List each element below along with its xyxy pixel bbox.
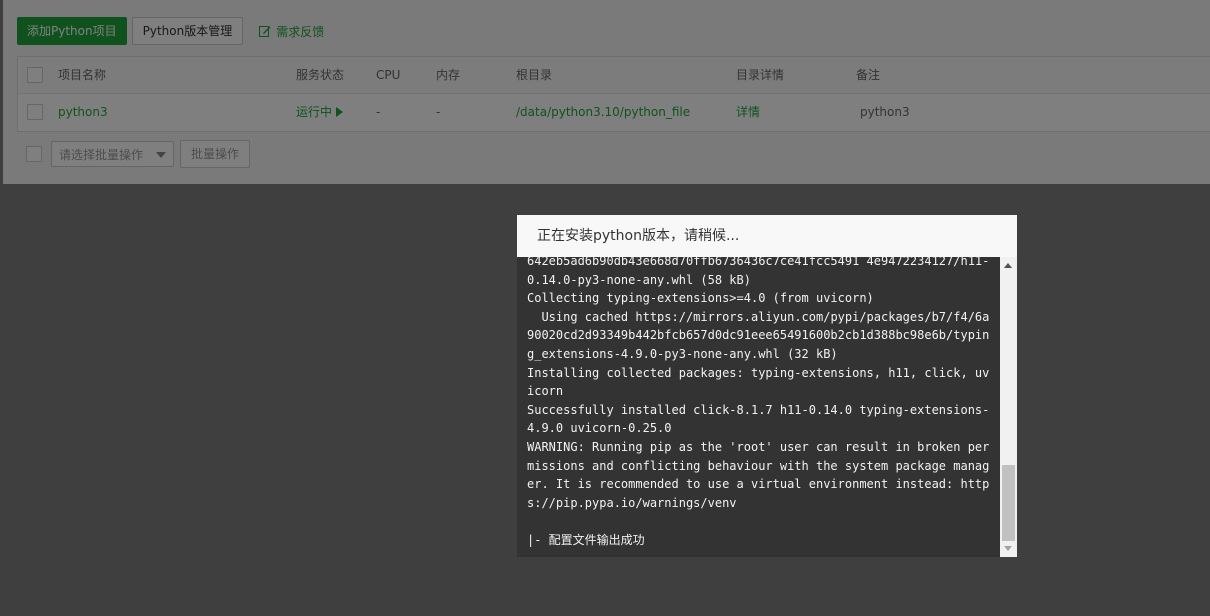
scrollbar-thumb[interactable] bbox=[1002, 465, 1015, 541]
install-log-console[interactable]: 642eb5ad6b90db43e668d70ffb6736436c7ce41f… bbox=[517, 257, 1000, 557]
install-log-text: 642eb5ad6b90db43e668d70ffb6736436c7ce41f… bbox=[527, 257, 990, 547]
scroll-down-arrow-icon[interactable] bbox=[1004, 546, 1012, 551]
scroll-up-arrow-icon[interactable] bbox=[1004, 263, 1012, 268]
install-progress-dialog: 正在安装python版本，请稍候... 642eb5ad6b90db43e668… bbox=[517, 215, 1017, 557]
dialog-title: 正在安装python版本，请稍候... bbox=[517, 215, 1017, 257]
log-scrollbar[interactable] bbox=[1000, 257, 1017, 557]
